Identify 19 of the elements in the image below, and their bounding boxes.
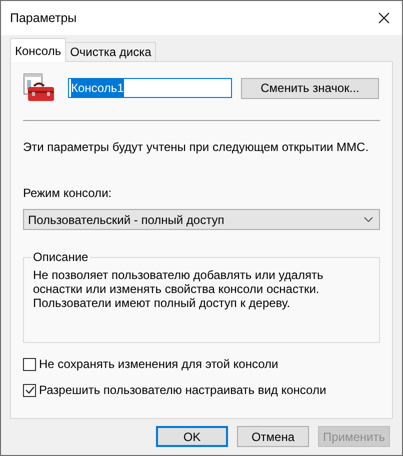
close-icon[interactable] xyxy=(378,12,390,24)
group-title: Описание xyxy=(31,250,90,264)
dialog-button[interactable]: Отмена xyxy=(237,426,309,447)
dialog-button[interactable]: OK xyxy=(156,426,228,447)
mode-dropdown[interactable]: Пользовательский - полный доступ xyxy=(23,209,380,230)
checkbox-label: Разрешить пользователю настраивать вид консоли xyxy=(39,382,326,399)
tab[interactable]: Консоль xyxy=(10,38,66,62)
chevron-down-icon xyxy=(364,217,373,222)
notice-text: Эти параметры будут учтены при следующем открытии MMC. xyxy=(23,139,370,156)
change-icon-button[interactable]: Сменить значок... xyxy=(241,78,379,98)
mode-label: Режим консоли: xyxy=(23,185,113,202)
checkbox-label: Не сохранять изменения для этой консоли xyxy=(39,356,278,373)
toolbox-icon xyxy=(23,73,55,103)
description-text: Не позволяет пользователю добавлять или удалять оснастки или изменять свойства консоли оснастки. Пользователи имеют полный доступ к дереву. xyxy=(33,268,324,310)
checkbox[interactable] xyxy=(23,384,36,396)
tab[interactable]: Очистка диска xyxy=(66,42,156,61)
window-title: Параметры xyxy=(10,10,77,27)
name-input[interactable]: Консоль1 xyxy=(68,78,232,98)
checkbox[interactable] xyxy=(23,358,36,370)
